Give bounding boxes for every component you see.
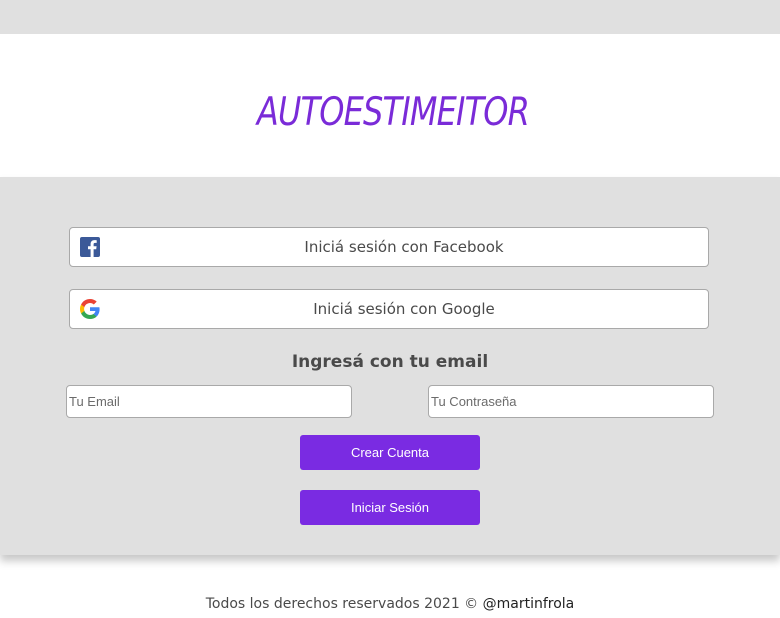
footer-copyright: Todos los derechos reservados 2021 © [205, 596, 483, 612]
footer: Todos los derechos reservados 2021 © @ma… [0, 596, 780, 612]
google-login-label: Iniciá sesión con Google [313, 300, 495, 318]
email-input[interactable] [66, 385, 352, 418]
footer-author-link[interactable]: @martinfrola [483, 596, 575, 612]
email-section-heading: Ingresá con tu email [291, 352, 489, 372]
app-title: AUTOESTIMEITOR [256, 90, 530, 135]
facebook-login-label: Iniciá sesión con Facebook [304, 238, 504, 256]
login-button[interactable]: Iniciar Sesión [300, 490, 480, 525]
google-login-button[interactable]: Iniciá sesión con Google [69, 289, 709, 329]
top-bar [0, 0, 780, 34]
password-input[interactable] [428, 385, 714, 418]
create-account-button[interactable]: Crear Cuenta [300, 435, 480, 470]
facebook-login-button[interactable]: Iniciá sesión con Facebook [69, 227, 709, 267]
